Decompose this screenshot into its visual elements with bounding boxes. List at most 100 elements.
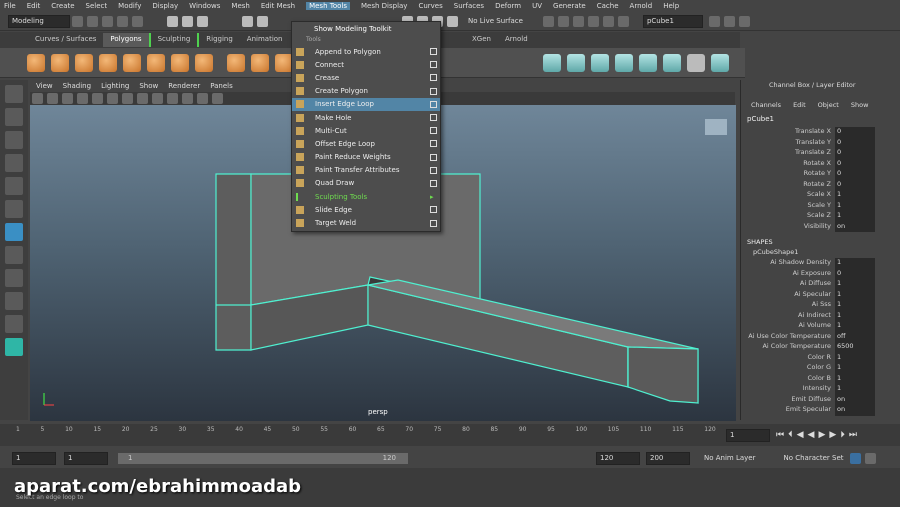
mirror-icon[interactable]	[687, 53, 705, 72]
play-back-icon[interactable]: ◀	[808, 430, 815, 440]
menu-mesh-tools[interactable]: Mesh Tools	[306, 2, 350, 10]
attr-value[interactable]: 1	[835, 321, 875, 332]
anim-layer-dropdown[interactable]: No Anim Layer	[704, 454, 755, 462]
resolution-gate-icon[interactable]	[122, 93, 133, 104]
option-box-icon[interactable]	[430, 114, 437, 122]
toggle-attribute-editor-icon[interactable]	[708, 15, 720, 27]
attr-value[interactable]: 0	[835, 179, 875, 190]
persp-graph-layout-icon[interactable]	[5, 315, 23, 333]
persp-outliner-layout-icon[interactable]	[5, 292, 23, 310]
menu-mesh-display[interactable]: Mesh Display	[361, 2, 407, 10]
attr-value[interactable]: 1	[835, 363, 875, 374]
menu-edit-mesh[interactable]: Edit Mesh	[261, 2, 295, 10]
bookmarks-icon[interactable]	[62, 93, 73, 104]
menu-display[interactable]: Display	[152, 2, 178, 10]
snap-grid-icon[interactable]	[242, 15, 253, 27]
menu-file[interactable]: File	[4, 2, 16, 10]
attr-row[interactable]: Rotate Y 0	[741, 169, 900, 180]
step-forward-frame-icon[interactable]: ▶	[829, 430, 836, 440]
attr-row[interactable]: Ai Sss 1	[741, 300, 900, 311]
render-view-icon[interactable]	[617, 15, 629, 27]
end-time-field[interactable]: 200	[646, 451, 690, 465]
attr-value[interactable]: 1	[835, 352, 875, 363]
go-to-end-icon[interactable]: ⏭	[849, 430, 857, 440]
attr-row[interactable]: Translate Y 0	[741, 137, 900, 148]
rotate-tool-icon[interactable]	[5, 177, 23, 195]
attr-row[interactable]: Intensity 1	[741, 384, 900, 395]
attr-row[interactable]: Ai Shadow Density 1	[741, 258, 900, 269]
menu-deform[interactable]: Deform	[495, 2, 521, 10]
menu-item-target-weld[interactable]: Target Weld	[292, 216, 440, 229]
extrude-icon[interactable]	[543, 53, 561, 72]
go-to-start-icon[interactable]: ⏮	[776, 430, 784, 440]
xray-icon[interactable]	[212, 93, 223, 104]
menu-item-sculpting-tools[interactable]: Sculpting Tools ▸	[292, 190, 440, 203]
undo-icon[interactable]	[117, 15, 128, 27]
menu-select[interactable]: Select	[86, 2, 108, 10]
attr-value[interactable]: 1	[835, 300, 875, 311]
scale-tool-icon[interactable]	[5, 200, 23, 218]
option-box-icon[interactable]	[430, 166, 437, 174]
object-name-field[interactable]: pCube1	[642, 14, 703, 28]
submenu-arrow-icon[interactable]: ▸	[430, 193, 437, 201]
shelf-tab-polygons[interactable]: Polygons	[103, 33, 149, 47]
ipr-render-icon[interactable]	[572, 15, 584, 27]
menu-item-paint-transfer-attributes[interactable]: Paint Transfer Attributes	[292, 164, 440, 177]
attr-row[interactable]: Scale Z 1	[741, 211, 900, 222]
shelf-tab-arnold[interactable]: Arnold	[498, 33, 535, 47]
attr-row[interactable]: Translate Z 0	[741, 148, 900, 159]
menu-arnold[interactable]: Arnold	[630, 2, 653, 10]
active-tool-icon[interactable]	[5, 223, 23, 241]
shelf-tab-rigging[interactable]: Rigging	[197, 33, 240, 47]
menu-generate[interactable]: Generate	[553, 2, 586, 10]
save-scene-icon[interactable]	[102, 15, 113, 27]
merge-icon[interactable]	[615, 53, 633, 72]
select-tool-icon[interactable]	[5, 85, 23, 103]
attr-row[interactable]: Ai Exposure 0	[741, 268, 900, 279]
poly-cylinder-icon[interactable]	[75, 53, 93, 72]
shelf-tab-animation[interactable]: Animation	[240, 33, 290, 47]
film-gate-icon[interactable]	[107, 93, 118, 104]
option-box-icon[interactable]	[430, 48, 437, 56]
menu-item-multi-cut[interactable]: Multi-Cut	[292, 124, 440, 137]
paint-select-tool-icon[interactable]	[5, 131, 23, 149]
target-weld-shelf-icon[interactable]	[711, 53, 729, 72]
attr-row[interactable]: Color G 1	[741, 363, 900, 374]
mode-selector[interactable]: Modeling	[8, 14, 70, 28]
option-box-icon[interactable]	[430, 100, 437, 108]
attr-row[interactable]: Emit Diffuse on	[741, 394, 900, 405]
camera-attributes-icon[interactable]	[47, 93, 58, 104]
menu-mesh[interactable]: Mesh	[231, 2, 249, 10]
snap-live-icon[interactable]	[447, 15, 458, 27]
select-by-component-icon[interactable]	[197, 15, 208, 27]
option-box-icon[interactable]	[430, 127, 437, 135]
fill-hole-icon[interactable]	[639, 53, 657, 72]
option-box-icon[interactable]	[430, 140, 437, 148]
poly-plane-icon[interactable]	[123, 53, 141, 72]
channel-tab-object[interactable]: Object	[818, 101, 839, 109]
menu-uv[interactable]: UV	[532, 2, 542, 10]
shelf-tab-sculpting[interactable]: Sculpting	[148, 33, 198, 47]
image-plane-icon[interactable]	[77, 93, 88, 104]
attr-value[interactable]: 1	[835, 258, 875, 269]
lights-icon[interactable]	[182, 93, 193, 104]
option-box-icon[interactable]	[430, 74, 437, 82]
attr-value[interactable]: 0	[835, 169, 875, 180]
poly-cube-icon[interactable]	[51, 53, 69, 72]
move-tool-icon[interactable]	[5, 154, 23, 172]
attr-value[interactable]: 1	[835, 310, 875, 321]
panel-menu-view[interactable]: View	[36, 82, 53, 90]
attr-value[interactable]: 0	[835, 268, 875, 279]
attr-value[interactable]: 0	[835, 127, 875, 138]
select-by-hierarchy-icon[interactable]	[167, 15, 178, 27]
menu-item-create-polygon[interactable]: Create Polygon	[292, 85, 440, 98]
separate-icon[interactable]	[251, 53, 269, 72]
menu-item-paint-reduce-weights[interactable]: Paint Reduce Weights	[292, 151, 440, 164]
playback-end-field[interactable]: 120	[596, 451, 640, 465]
start-time-field[interactable]: 1	[12, 451, 56, 465]
menu-modify[interactable]: Modify	[118, 2, 141, 10]
step-back-frame-icon[interactable]: ◀	[797, 430, 804, 440]
panel-menu-lighting[interactable]: Lighting	[101, 82, 129, 90]
smooth-shade-icon[interactable]	[152, 93, 163, 104]
live-surface-label[interactable]: No Live Surface	[468, 17, 523, 25]
